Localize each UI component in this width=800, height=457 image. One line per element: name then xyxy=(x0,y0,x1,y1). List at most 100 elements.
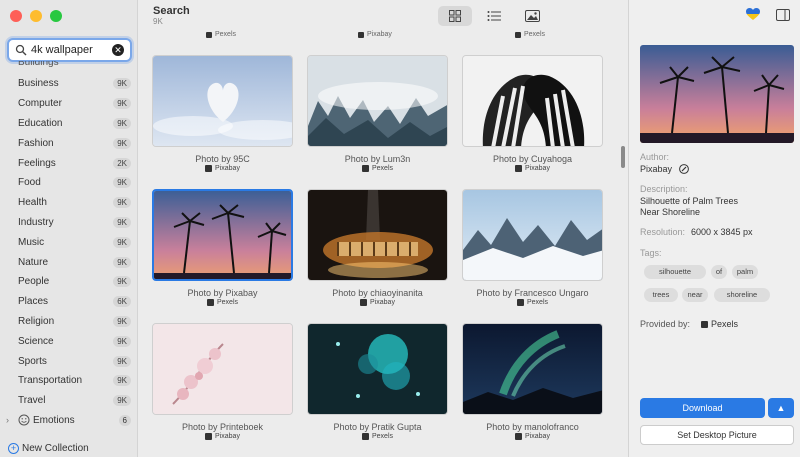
smiley-icon xyxy=(18,414,30,426)
category-count-badge: 9K xyxy=(113,216,131,228)
selected-photo-preview xyxy=(640,45,794,143)
category-item[interactable]: Religion 9K xyxy=(0,312,138,332)
photo-thumbnail[interactable] xyxy=(307,323,448,415)
photo-card[interactable]: Photo by Francesco Ungaro Pexels xyxy=(462,189,603,306)
new-collection-button[interactable]: + New Collection xyxy=(8,443,89,454)
source-icon xyxy=(516,299,524,306)
tag-chip[interactable]: shoreline xyxy=(714,288,770,302)
category-label: Science xyxy=(18,335,54,347)
photo-thumbnail[interactable] xyxy=(152,55,293,147)
category-item[interactable]: Industry 9K xyxy=(0,213,138,233)
source-icon xyxy=(515,165,523,172)
source-label: Pexels xyxy=(216,299,238,306)
tag-chip[interactable]: silhouette xyxy=(644,265,706,279)
photo-thumbnail[interactable] xyxy=(152,323,293,415)
category-item[interactable]: Nature 9K xyxy=(0,252,138,272)
photo-card-selected[interactable]: Photo by Pixabay Pexels xyxy=(152,189,293,306)
zoom-window-button[interactable] xyxy=(50,10,62,22)
category-item[interactable]: Transportation 9K xyxy=(0,371,138,391)
category-label: Travel xyxy=(18,395,46,407)
tag-chip[interactable]: near xyxy=(682,288,708,302)
source-label: Pexels xyxy=(215,31,237,38)
category-item[interactable]: Sports 9K xyxy=(0,351,138,371)
category-item[interactable]: Places 6K xyxy=(0,292,138,312)
download-button[interactable]: Download xyxy=(640,398,765,418)
source-label: Pixabay xyxy=(215,165,240,172)
photo-thumbnail[interactable] xyxy=(152,189,293,281)
category-item[interactable]: Food 9K xyxy=(0,173,138,193)
photo-thumbnail[interactable] xyxy=(462,55,603,147)
category-item[interactable]: Music 9K xyxy=(0,232,138,252)
photo-caption: Photo by Cuyahoga xyxy=(492,154,573,164)
sidebar: ✕ Buildings Business 9K Computer 9K Educat… xyxy=(0,0,138,457)
photo-thumbnail[interactable] xyxy=(462,323,603,415)
heart-ukraine-icon[interactable] xyxy=(746,8,760,26)
photo-caption: Photo by Pixabay xyxy=(187,288,258,298)
scrollbar-thumb[interactable] xyxy=(621,146,625,168)
category-item-partial[interactable]: Buildings xyxy=(18,61,59,67)
emotions-group[interactable]: › Emotions 6 xyxy=(0,412,138,428)
search-field[interactable]: ✕ xyxy=(7,38,132,62)
category-label: People xyxy=(18,276,50,288)
source-label: Pixabay xyxy=(525,165,550,172)
category-item[interactable]: Feelings 2K xyxy=(0,153,138,173)
category-count-badge: 9K xyxy=(113,197,131,209)
chevron-right-icon[interactable]: › xyxy=(6,415,15,425)
photo-source: Pexels xyxy=(206,31,236,38)
photo-thumbnail[interactable] xyxy=(307,55,448,147)
provider-value: Pexels xyxy=(701,319,738,329)
photo-thumbnail[interactable] xyxy=(307,189,448,281)
search-input[interactable] xyxy=(31,44,111,56)
page-title: Search xyxy=(153,5,190,17)
tag-chip[interactable]: of xyxy=(711,265,727,279)
category-label: Health xyxy=(18,197,47,209)
category-item[interactable]: People 9K xyxy=(0,272,138,292)
category-count-badge: 9K xyxy=(113,315,131,327)
photo-view-icon[interactable] xyxy=(522,6,542,26)
photo-card[interactable]: Photo by manolofranco Pixabay xyxy=(462,323,603,440)
category-item[interactable]: Fashion 9K xyxy=(0,133,138,153)
tag-chip[interactable]: trees xyxy=(644,288,678,302)
sidebar-toggle-icon[interactable] xyxy=(776,8,790,26)
compass-icon[interactable] xyxy=(678,164,689,174)
source-icon xyxy=(205,165,213,172)
photo-card[interactable]: Photo by Printeboek Pixabay xyxy=(152,323,293,440)
category-item[interactable]: Education 9K xyxy=(0,114,138,134)
category-count-badge: 9K xyxy=(113,117,131,129)
category-count-badge: 9K xyxy=(113,395,131,407)
photo-card[interactable]: Photo by 95C Pixabay xyxy=(152,55,293,172)
source-icon xyxy=(206,31,212,38)
source-label: Pixabay xyxy=(525,433,550,440)
plus-circle-icon: + xyxy=(8,443,19,454)
photo-source: Pexels xyxy=(307,433,448,440)
source-icon xyxy=(360,299,368,306)
photo-source: Pixabay xyxy=(462,165,603,172)
photo-card[interactable]: Photo by Cuyahoga Pixabay xyxy=(462,55,603,172)
photo-card[interactable]: Photo by Pratik Gupta Pexels xyxy=(307,323,448,440)
photo-caption: Photo by chiaoyinanita xyxy=(332,288,423,298)
category-label: Places xyxy=(18,296,49,308)
photo-card[interactable]: Photo by Lum3n Pexels xyxy=(307,55,448,172)
description-line: Near Shoreline xyxy=(640,207,701,217)
category-item[interactable]: Travel 9K xyxy=(0,391,138,411)
photo-caption: Photo by Printeboek xyxy=(181,422,264,432)
tag-chip[interactable]: palm xyxy=(732,265,758,279)
photo-card[interactable]: Photo by chiaoyinanita Pixabay xyxy=(307,189,448,306)
set-desktop-picture-button[interactable]: Set Desktop Picture xyxy=(640,425,794,445)
emotions-count-badge: 6 xyxy=(118,414,131,426)
category-item[interactable]: Science 9K xyxy=(0,331,138,351)
category-item[interactable]: Business 9K xyxy=(0,74,138,94)
category-count-badge: 2K xyxy=(113,157,131,169)
category-label: Music xyxy=(18,236,45,248)
photo-source: Pixabay xyxy=(462,433,603,440)
category-item[interactable]: Health 9K xyxy=(0,193,138,213)
close-window-button[interactable] xyxy=(10,10,22,22)
category-item[interactable]: Computer 9K xyxy=(0,94,138,114)
category-count-badge: 9K xyxy=(113,375,131,387)
grid-view-icon[interactable] xyxy=(445,6,465,26)
list-view-icon[interactable] xyxy=(484,6,504,26)
photo-thumbnail[interactable] xyxy=(462,189,603,281)
download-options-button[interactable]: ▲ xyxy=(768,398,794,418)
minimize-window-button[interactable] xyxy=(30,10,42,22)
clear-search-icon[interactable]: ✕ xyxy=(112,44,124,56)
